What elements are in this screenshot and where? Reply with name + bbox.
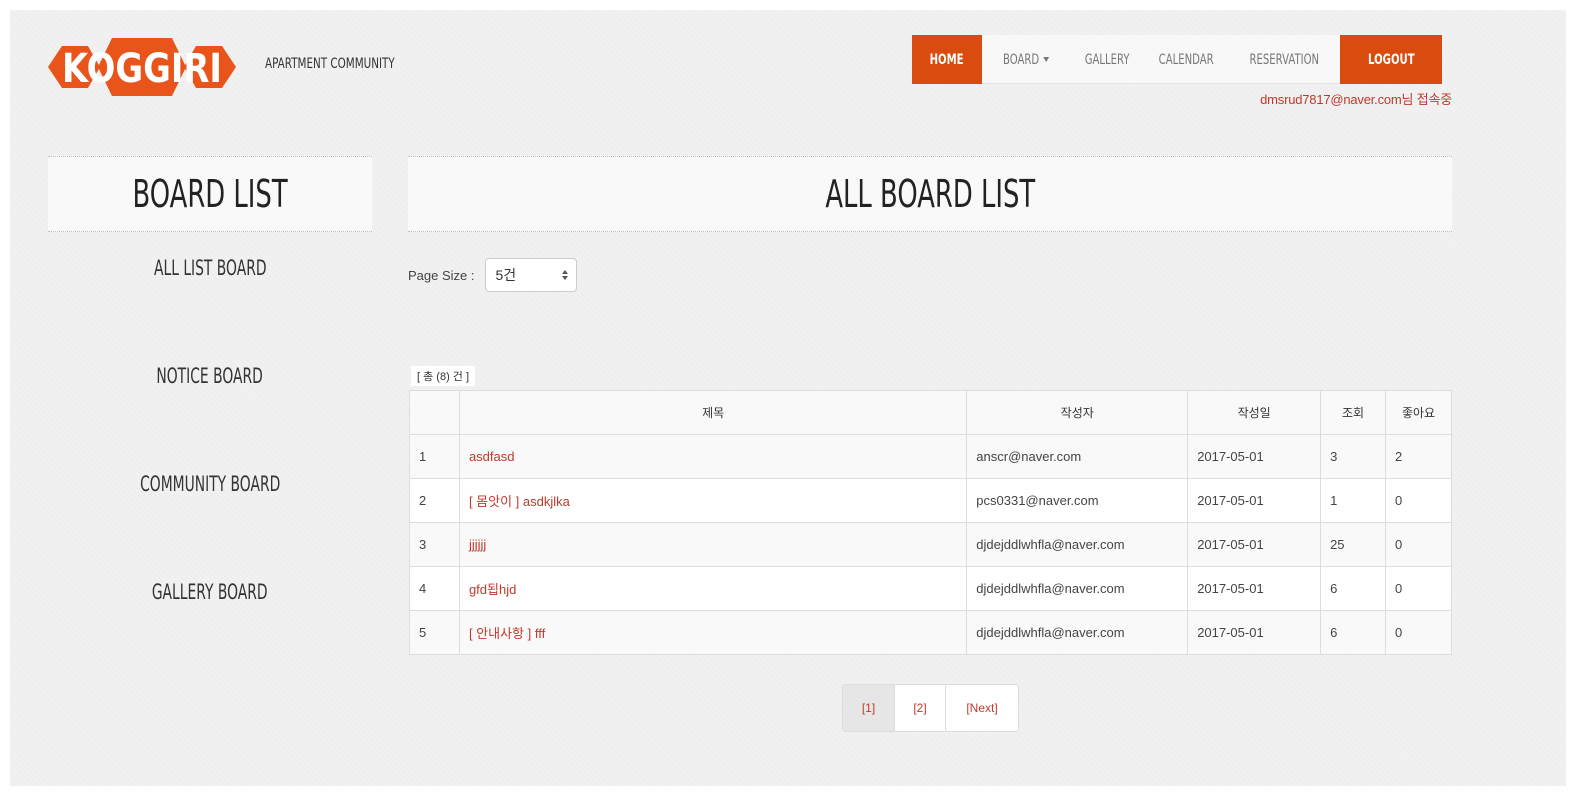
nav-calendar[interactable]: CALENDAR — [1144, 35, 1228, 84]
cell-writer: djdejddlwhfla@naver.com — [966, 610, 1189, 655]
table-row: 1 asdfasd anscr@naver.com 2017-05-01 3 2 — [409, 434, 1452, 479]
page-size-select[interactable]: 5건 — [484, 258, 577, 292]
page-size-value: 5건 — [495, 267, 517, 283]
caret-down-icon — [1043, 57, 1050, 62]
post-link[interactable]: [ 몸앗이 ] asdkjlka — [469, 494, 570, 509]
post-link[interactable]: jjjjjj — [469, 537, 486, 552]
cell-likes: 0 — [1385, 610, 1452, 655]
header-no — [409, 390, 460, 435]
board-table: 제목 작성자 작성일 조회 좋아요 1 asdfasd anscr@naver.… — [409, 390, 1452, 655]
cell-title: gfd됩hjd — [458, 566, 968, 611]
sidebar-item-notice[interactable]: NOTICE BOARD — [48, 364, 372, 389]
cell-no: 2 — [409, 478, 460, 523]
cell-no: 5 — [409, 610, 460, 655]
logo-text: KOGGIRI — [62, 46, 222, 92]
cell-date: 2017-05-01 — [1187, 610, 1322, 655]
header-date[interactable]: 작성일 — [1187, 390, 1322, 435]
nav-logout[interactable]: LOGOUT — [1340, 35, 1442, 84]
sidebar-item-all-list[interactable]: ALL LIST BOARD — [48, 256, 372, 281]
cell-date: 2017-05-01 — [1187, 478, 1322, 523]
cell-no: 3 — [409, 522, 460, 567]
sidebar-header: BOARD LIST — [48, 156, 372, 232]
nav-board-dropdown[interactable]: BOARD — [982, 35, 1070, 84]
cell-likes: 0 — [1385, 522, 1452, 567]
nav-reservation[interactable]: RESERVATION — [1228, 35, 1340, 84]
sidebar-item-community[interactable]: COMMUNITY BOARD — [48, 472, 372, 497]
table-row: 3 jjjjjj djdejddlwhfla@naver.com 2017-05… — [409, 522, 1452, 567]
user-status: dmsrud7817@naver.com님 접속중 — [1260, 92, 1452, 107]
cell-title: asdfasd — [458, 434, 968, 479]
cell-title: [ 몸앗이 ] asdkjlka — [458, 478, 968, 523]
cell-date: 2017-05-01 — [1187, 566, 1322, 611]
next-page-button[interactable]: [Next] — [946, 685, 1018, 731]
cell-date: 2017-05-01 — [1187, 434, 1322, 479]
cell-writer: pcs0331@naver.com — [966, 478, 1189, 523]
table-header-row: 제목 작성자 작성일 조회 좋아요 — [409, 390, 1452, 435]
cell-no: 1 — [409, 434, 460, 479]
total-count: [ 총 (8) 건 ] — [411, 366, 476, 386]
cell-no: 4 — [409, 566, 460, 611]
main-header: ALL BOARD LIST — [408, 156, 1452, 232]
cell-likes: 2 — [1385, 434, 1452, 479]
cell-likes: 0 — [1385, 478, 1452, 523]
table-row: 2 [ 몸앗이 ] asdkjlka pcs0331@naver.com 201… — [409, 478, 1452, 523]
sidebar-item-gallery[interactable]: GALLERY BOARD — [48, 580, 372, 605]
tagline: APARTMENT COMMUNITY — [265, 56, 395, 72]
page-size-label: Page Size : — [408, 267, 475, 283]
select-arrows-icon — [561, 270, 568, 280]
cell-writer: djdejddlwhfla@naver.com — [966, 566, 1189, 611]
cell-views: 3 — [1320, 434, 1386, 479]
header-title[interactable]: 제목 — [458, 390, 968, 435]
cell-views: 25 — [1320, 522, 1386, 567]
post-link[interactable]: [ 안내사항 ] fff — [469, 626, 545, 641]
nav-home[interactable]: HOME — [912, 35, 982, 84]
header-writer[interactable]: 작성자 — [966, 390, 1189, 435]
page-title: ALL BOARD LIST — [825, 171, 1035, 216]
cell-title: jjjjjj — [458, 522, 968, 567]
header-likes[interactable]: 좋아요 — [1385, 390, 1452, 435]
cell-date: 2017-05-01 — [1187, 522, 1322, 567]
nav-gallery[interactable]: GALLERY — [1070, 35, 1144, 84]
header-views[interactable]: 조회 — [1320, 390, 1386, 435]
cell-writer: anscr@naver.com — [966, 434, 1189, 479]
table-row: 5 [ 안내사항 ] fff djdejddlwhfla@naver.com 2… — [409, 610, 1452, 655]
cell-views: 1 — [1320, 478, 1386, 523]
cell-views: 6 — [1320, 610, 1386, 655]
page-size-control: Page Size : 5건 — [408, 258, 577, 292]
post-link[interactable]: gfd됩hjd — [469, 582, 516, 597]
main-navbar: HOME BOARD GALLERY CALENDAR RESERVATION … — [912, 35, 1442, 84]
cell-likes: 0 — [1385, 566, 1452, 611]
pagination: [1] [2] [Next] — [842, 684, 1019, 732]
koggiri-logo[interactable]: KOGGIRI — [48, 32, 236, 102]
page-2-button[interactable]: [2] — [895, 685, 946, 731]
post-link[interactable]: asdfasd — [469, 449, 515, 464]
table-row: 4 gfd됩hjd djdejddlwhfla@naver.com 2017-0… — [409, 566, 1452, 611]
cell-views: 6 — [1320, 566, 1386, 611]
cell-title: [ 안내사항 ] fff — [458, 610, 968, 655]
sidebar-title: BOARD LIST — [132, 171, 288, 216]
cell-writer: djdejddlwhfla@naver.com — [966, 522, 1189, 567]
page-1-button[interactable]: [1] — [843, 685, 895, 731]
